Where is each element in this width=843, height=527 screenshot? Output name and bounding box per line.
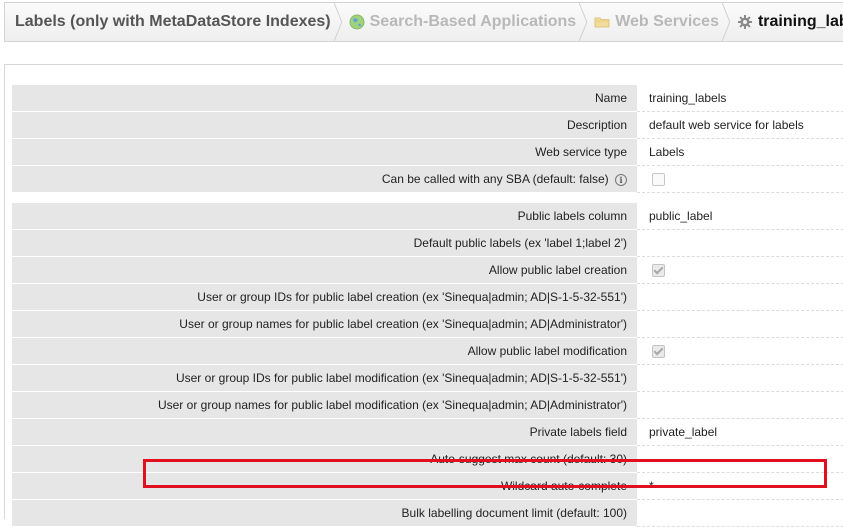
creation-names-field[interactable] <box>637 310 843 338</box>
form-row-bulk-labelling-limit: Bulk labelling document limit (default: … <box>12 499 843 527</box>
field-label: User or group names for public label mod… <box>12 391 637 419</box>
breadcrumb-item-labels[interactable]: Labels (only with MetaDataStore Indexes) <box>5 3 342 41</box>
web-service-type-field[interactable]: Labels <box>637 138 843 166</box>
allow-public-modification-checkbox[interactable] <box>652 345 665 359</box>
field-label: Bulk labelling document limit (default: … <box>12 499 637 527</box>
form-row-auto-suggest-max: Auto-suggest max count (default: 30) <box>12 445 843 473</box>
form-row-private-labels-field: Private labels field private_label <box>12 418 843 446</box>
info-icon[interactable]: i <box>615 173 627 186</box>
form-row-public-labels-column: Public labels column public_label <box>12 203 843 230</box>
allow-public-creation-cell <box>637 256 843 284</box>
breadcrumb: Labels (only with MetaDataStore Indexes)… <box>4 2 843 42</box>
form-row-name: Name training_labels <box>12 85 843 112</box>
field-label: User or group IDs for public label creat… <box>12 283 637 311</box>
breadcrumb-item-sba[interactable]: Search-Based Applications <box>341 3 588 41</box>
allow-public-creation-checkbox[interactable] <box>652 264 665 278</box>
any-sba-cell <box>637 165 843 193</box>
breadcrumb-item-training-labels: training_labels <box>729 3 843 41</box>
modification-names-field[interactable] <box>637 391 843 419</box>
form-row-allow-public-creation: Allow public label creation <box>12 256 843 284</box>
field-label: Allow public label modification <box>12 337 637 365</box>
bulk-labelling-limit-field[interactable] <box>637 499 843 527</box>
form-row-modification-names: User or group names for public label mod… <box>12 391 843 419</box>
breadcrumb-label: training_labels <box>757 13 843 30</box>
wildcard-auto-complete-field[interactable]: * <box>637 472 843 500</box>
field-label: User or group IDs for public label modif… <box>12 364 637 392</box>
globe-icon <box>349 14 365 30</box>
form-row-allow-public-modification: Allow public label modification <box>12 337 843 365</box>
private-labels-field[interactable]: private_label <box>637 418 843 446</box>
field-label: Name <box>12 85 637 112</box>
breadcrumb-label: Search-Based Applications <box>369 13 577 30</box>
field-label: Description <box>12 111 637 139</box>
form-row-any-sba: Can be called with any SBA (default: fal… <box>12 165 843 193</box>
field-label: Default public labels (ex 'label 1;label… <box>12 229 637 257</box>
form-row-creation-ids: User or group IDs for public label creat… <box>12 283 843 311</box>
breadcrumb-label: Labels (only with MetaDataStore Indexes) <box>15 13 331 30</box>
field-label: Can be called with any SBA (default: fal… <box>381 172 609 186</box>
field-label: Allow public label creation <box>12 256 637 284</box>
form-row-default-public-labels: Default public labels (ex 'label 1;label… <box>12 229 843 257</box>
field-label: Public labels column <box>12 203 637 230</box>
default-public-labels-field[interactable] <box>637 229 843 257</box>
auto-suggest-max-field[interactable] <box>637 445 843 473</box>
field-label: User or group names for public label cre… <box>12 310 637 338</box>
field-label-with-info: Can be called with any SBA (default: fal… <box>12 165 637 193</box>
field-label: Web service type <box>12 138 637 166</box>
section-gap <box>12 192 843 203</box>
web-service-form: Name training_labels Description default… <box>12 85 843 527</box>
form-row-wildcard-auto-complete: Wildcard auto-complete * <box>12 472 843 500</box>
form-row-web-service-type: Web service type Labels <box>12 138 843 166</box>
web-service-form-panel: Name training_labels Description default… <box>4 64 843 527</box>
creation-ids-field[interactable] <box>637 283 843 311</box>
field-label: Private labels field <box>12 418 637 446</box>
folder-icon <box>594 17 610 28</box>
allow-public-modification-cell <box>637 337 843 365</box>
description-field[interactable]: default web service for labels <box>637 111 843 139</box>
name-field[interactable]: training_labels <box>637 85 843 112</box>
any-sba-checkbox[interactable] <box>652 173 665 187</box>
gear-icon <box>737 15 752 29</box>
form-row-description: Description default web service for labe… <box>12 111 843 139</box>
breadcrumb-item-web-services[interactable]: Web Services <box>586 3 731 41</box>
form-row-modification-ids: User or group IDs for public label modif… <box>12 364 843 392</box>
public-labels-column-field[interactable]: public_label <box>637 203 843 230</box>
field-label: Auto-suggest max count (default: 30) <box>12 445 637 473</box>
form-row-creation-names: User or group names for public label cre… <box>12 310 843 338</box>
modification-ids-field[interactable] <box>637 364 843 392</box>
field-label: Wildcard auto-complete <box>12 472 637 500</box>
breadcrumb-label: Web Services <box>615 13 719 30</box>
